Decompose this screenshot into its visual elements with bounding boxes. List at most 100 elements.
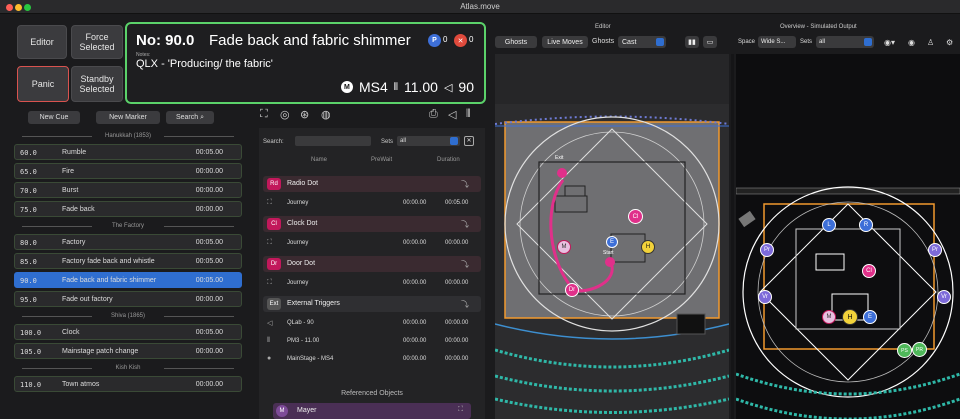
- exit-marker[interactable]: [557, 168, 567, 178]
- aperture-icon[interactable]: ⊛: [300, 108, 309, 121]
- search-button[interactable]: Search ⌕: [166, 111, 214, 124]
- cue-row[interactable]: 60.0 Rumble 00:05.00: [14, 144, 242, 160]
- cue-time: 00:00.00: [195, 206, 223, 213]
- cue-name: Rumble: [62, 149, 87, 156]
- speaker-pr-stage-marker[interactable]: PR: [912, 342, 927, 357]
- expand-arrow-icon[interactable]: ⤵: [461, 259, 469, 270]
- speaker-l-marker[interactable]: L: [822, 218, 836, 232]
- object-type-toolbar: ⛶ ◎ ⊛ ◍ ⎙ ◁ ⫴: [260, 108, 486, 124]
- ghosts-select[interactable]: Cast: [618, 36, 666, 48]
- e-marker[interactable]: E: [606, 236, 618, 248]
- cue-row[interactable]: 105.0 Mainstage patch change 00:00.00: [14, 343, 242, 359]
- external-triggers-row[interactable]: Ext External Triggers ⤵: [263, 296, 481, 312]
- journey-row[interactable]: ⛶ Journey 00:00.00 00:00.00: [263, 236, 481, 250]
- expand-arrow-icon[interactable]: ⤵: [461, 299, 469, 310]
- col-prewait: PreWait: [371, 157, 393, 163]
- sets-select[interactable]: all: [397, 136, 460, 146]
- cue-row[interactable]: 70.0 Burst 00:00.00: [14, 182, 242, 198]
- target-icon[interactable]: ◎: [280, 108, 290, 121]
- library-icon[interactable]: ▮▮: [685, 36, 699, 48]
- overview-h-marker[interactable]: H: [842, 309, 858, 325]
- cue-row[interactable]: 110.0 Town atmos 00:00.00: [14, 376, 242, 392]
- trigger-prewait: 00:00.00: [403, 320, 427, 326]
- journey-icon[interactable]: ⛶: [260, 108, 268, 121]
- search-input[interactable]: [295, 136, 371, 146]
- cue-row[interactable]: 65.0 Fire 00:00.00: [14, 163, 242, 179]
- speaker-ps-marker[interactable]: PS: [897, 343, 912, 358]
- overview-canvas[interactable]: L R Pr Pr Cl Vr Vr M H E PS PR: [736, 54, 960, 419]
- ghosts-value: Cast: [622, 38, 637, 46]
- signal-icon[interactable]: ◉: [908, 38, 915, 47]
- speaker-r-marker[interactable]: R: [859, 218, 873, 232]
- cue-number: 110.0: [20, 381, 42, 389]
- cue-group-header: The Factory: [14, 220, 242, 233]
- print-icon[interactable]: ⎙: [429, 108, 438, 121]
- clock-dot-marker[interactable]: Cl: [628, 209, 643, 224]
- space-value: Wide S...: [761, 39, 786, 45]
- cue-row[interactable]: 75.0 Fade back 00:00.00: [14, 201, 242, 217]
- cue-row[interactable]: 100.0 Clock 00:05.00: [14, 324, 242, 340]
- mayer-avatar: M: [276, 405, 288, 417]
- volume-value: 90: [458, 79, 474, 95]
- layout-icon[interactable]: ▭: [703, 36, 717, 48]
- live-moves-button[interactable]: Live Moves: [542, 36, 588, 48]
- cue-time: 00:05.00: [195, 277, 223, 284]
- cue-number: 105.0: [20, 348, 42, 356]
- expand-arrow-icon[interactable]: ⤵: [461, 179, 469, 190]
- cue-row[interactable]: 90.0 Fade back and fabric shimmer 00:05.00: [14, 272, 242, 288]
- overview-sets-select[interactable]: all: [816, 36, 874, 48]
- clear-filter-button[interactable]: ✕: [464, 136, 474, 146]
- trigger-row[interactable]: ◁ QLab - 90 00:00.00 00:00.00: [263, 316, 481, 330]
- panel-divider[interactable]: [731, 54, 734, 419]
- new-cue-button[interactable]: New Cue: [28, 111, 80, 124]
- audio-output-icon[interactable]: ◉▾: [884, 38, 895, 47]
- journey-duration: 00:00.00: [445, 240, 469, 246]
- cue-row[interactable]: 85.0 Factory fade back and whistle 00:05.0…: [14, 253, 242, 269]
- cue-group-header: Kish Kish: [14, 362, 242, 375]
- new-marker-button[interactable]: New Marker: [96, 111, 160, 124]
- cue-row[interactable]: 95.0 Fade out factory 00:00.00: [14, 291, 242, 307]
- editor-canvas[interactable]: Exit Start Cl M E H Dr: [495, 54, 729, 419]
- h-marker[interactable]: H: [641, 240, 655, 254]
- start-marker[interactable]: [605, 257, 615, 267]
- overview-clock-marker[interactable]: Cl: [862, 264, 876, 278]
- settings-icon[interactable]: ⚙: [946, 38, 953, 47]
- object-row[interactable]: Dr Door Dot ⤵: [263, 256, 481, 272]
- object-row[interactable]: Rd Radio Dot ⤵: [263, 176, 481, 192]
- journey-row[interactable]: ⛶ Journey 00:00.00 00:00.00: [263, 276, 481, 290]
- cue-number: No: 90.0: [136, 32, 195, 49]
- cue-name: Burst: [62, 187, 79, 194]
- editor-button[interactable]: Editor: [17, 25, 67, 59]
- trigger-row[interactable]: ● MainStage - MS4 00:00.00 00:00.00: [263, 352, 481, 366]
- trigger-row[interactable]: ⫴ PM3 - 11.00 00:00.00 00:00.00: [263, 334, 481, 348]
- door-dot-marker[interactable]: Dr: [565, 283, 579, 297]
- palette-icon[interactable]: ◍: [321, 108, 331, 121]
- faders-icon[interactable]: ⫴: [466, 108, 471, 121]
- expand-arrow-icon[interactable]: ⤵: [461, 219, 469, 230]
- speaker-icon[interactable]: ◁: [448, 108, 456, 121]
- overview-e-marker[interactable]: E: [863, 310, 877, 324]
- speaker-vr-left-marker[interactable]: Vr: [758, 290, 772, 304]
- mayer-action-icon[interactable]: ⛶: [458, 406, 463, 414]
- object-row[interactable]: Cl Clock Dot ⤵: [263, 216, 481, 232]
- faders-icon: ⫴: [393, 81, 398, 93]
- ghosts-button[interactable]: Ghosts: [495, 36, 537, 48]
- mayer-marker[interactable]: M: [557, 240, 571, 254]
- speaker-vr-right-marker[interactable]: Vr: [937, 290, 951, 304]
- standby-selected-button[interactable]: Standby Selected: [71, 66, 123, 102]
- speaker-pr-right-marker[interactable]: Pr: [928, 243, 942, 257]
- referenced-object-mayer[interactable]: M Mayer ⛶: [273, 403, 471, 419]
- cue-time: 00:00.00: [195, 187, 223, 194]
- cue-number: 80.0: [20, 239, 37, 247]
- cue-row[interactable]: 80.0 Factory 00:05.00: [14, 234, 242, 250]
- overview-mayer-marker[interactable]: M: [822, 310, 836, 324]
- journey-row[interactable]: ⛶ Journey 00:00.00 00:05.00: [263, 196, 481, 210]
- speaker-pr-left-marker[interactable]: Pr: [760, 243, 774, 257]
- editor-toolbar: Ghosts Live Moves Ghosts Cast ▮▮ ▭: [495, 36, 729, 50]
- panic-button[interactable]: Panic: [17, 66, 69, 102]
- qlab-icon: ◁: [267, 320, 273, 327]
- space-select[interactable]: Wide S...: [758, 36, 796, 48]
- force-selected-button[interactable]: Force Selected: [71, 25, 123, 59]
- person-icon[interactable]: ♙: [927, 38, 934, 47]
- speaker-icon: ◁: [443, 81, 453, 94]
